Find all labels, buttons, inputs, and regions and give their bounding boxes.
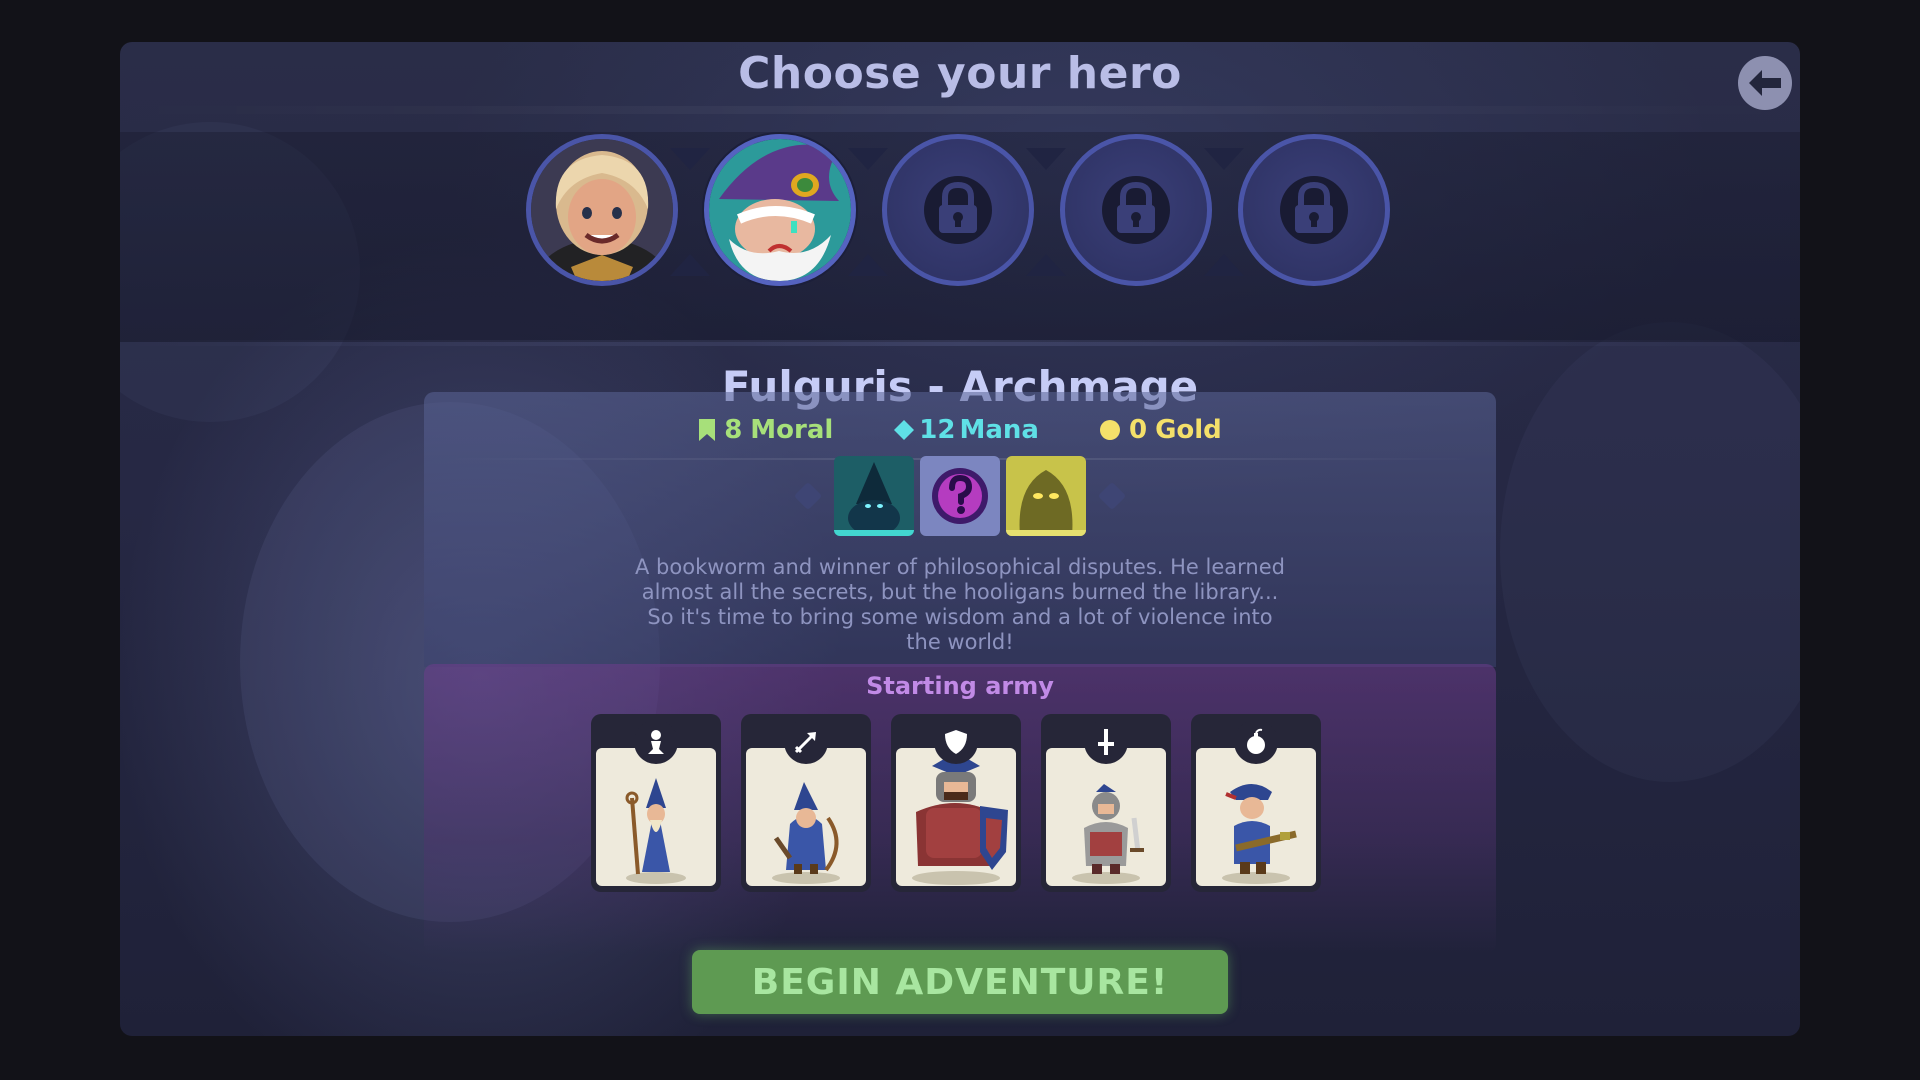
unit-art	[1046, 748, 1166, 886]
spell-slot-3[interactable]	[1006, 456, 1086, 536]
hero-selector-divider	[120, 340, 1800, 346]
unit-card[interactable]	[591, 714, 721, 892]
dark-wizard-spell-icon	[834, 456, 914, 536]
spell-list	[424, 456, 1496, 536]
musketeer-unit	[1222, 784, 1297, 884]
hero-slot-locked[interactable]	[1060, 134, 1212, 286]
mana-value: 12	[919, 415, 956, 445]
archer-unit	[772, 782, 840, 884]
spell-slot-1[interactable]	[834, 456, 914, 536]
pawn-icon	[634, 720, 678, 764]
spell-slot-2[interactable]	[920, 456, 1000, 536]
moral-value: 8	[724, 415, 743, 445]
lock-icon	[1280, 176, 1348, 244]
spell-nav-left[interactable]	[793, 481, 823, 511]
unit-card[interactable]	[1191, 714, 1321, 892]
arrow-icon	[784, 720, 828, 764]
hero-description: A bookworm and winner of philosophical d…	[635, 555, 1285, 654]
unit-art	[896, 748, 1016, 886]
hero-slot-archmage[interactable]	[704, 134, 856, 286]
back-button[interactable]	[1738, 56, 1792, 110]
page-title: Choose your hero	[738, 48, 1182, 99]
begin-adventure-button[interactable]: BEGIN ADVENTURE!	[692, 950, 1228, 1014]
diamond-icon	[894, 420, 915, 440]
moral-label: Moral	[750, 415, 834, 445]
hero-slot-blonde-warrior[interactable]	[526, 134, 678, 286]
arrow-left-icon	[1749, 70, 1781, 96]
army-title: Starting army	[866, 672, 1054, 700]
swordsman-unit	[1072, 784, 1144, 884]
shield-icon	[934, 720, 978, 764]
mystery-spell-icon	[920, 456, 1000, 536]
lock-icon	[1102, 176, 1170, 244]
shield-knight-unit	[912, 752, 1008, 885]
unit-art	[746, 748, 866, 886]
hero-select-panel: Choose your hero Fulguris - Archmage 8 M…	[120, 42, 1800, 1036]
starting-army-card: Starting army	[424, 664, 1496, 954]
gold-value: 0	[1128, 415, 1148, 445]
blonde-warrior-portrait	[531, 139, 673, 281]
gold-label: Gold	[1155, 415, 1222, 445]
wizard-portrait	[709, 139, 851, 281]
stat-mana: 12 Mana	[893, 415, 1039, 445]
hero-slot-locked[interactable]	[882, 134, 1034, 286]
bookmark-icon	[699, 419, 716, 441]
unit-card[interactable]	[741, 714, 871, 892]
stat-gold: 0 Gold	[1099, 415, 1222, 445]
hero-stats-card: 8 Moral 12 Mana 0 Gold A bookworm and wi…	[424, 392, 1496, 667]
unit-card[interactable]	[1041, 714, 1171, 892]
lock-icon	[924, 176, 992, 244]
yellow-ghost-spell-icon	[1006, 456, 1086, 536]
hero-slot-locked[interactable]	[1238, 134, 1390, 286]
unit-card[interactable]	[891, 714, 1021, 892]
unit-art	[596, 748, 716, 886]
blue-mage-unit	[625, 778, 686, 884]
sword-icon	[1084, 720, 1128, 764]
title-divider	[120, 106, 1800, 114]
bomb-icon	[1234, 720, 1278, 764]
stat-moral: 8 Moral	[698, 415, 833, 445]
mana-label: Mana	[959, 415, 1039, 445]
spell-nav-right[interactable]	[1097, 481, 1127, 511]
stats-row: 8 Moral 12 Mana 0 Gold	[424, 410, 1496, 450]
unit-art	[1196, 748, 1316, 886]
coin-icon	[1099, 420, 1120, 440]
